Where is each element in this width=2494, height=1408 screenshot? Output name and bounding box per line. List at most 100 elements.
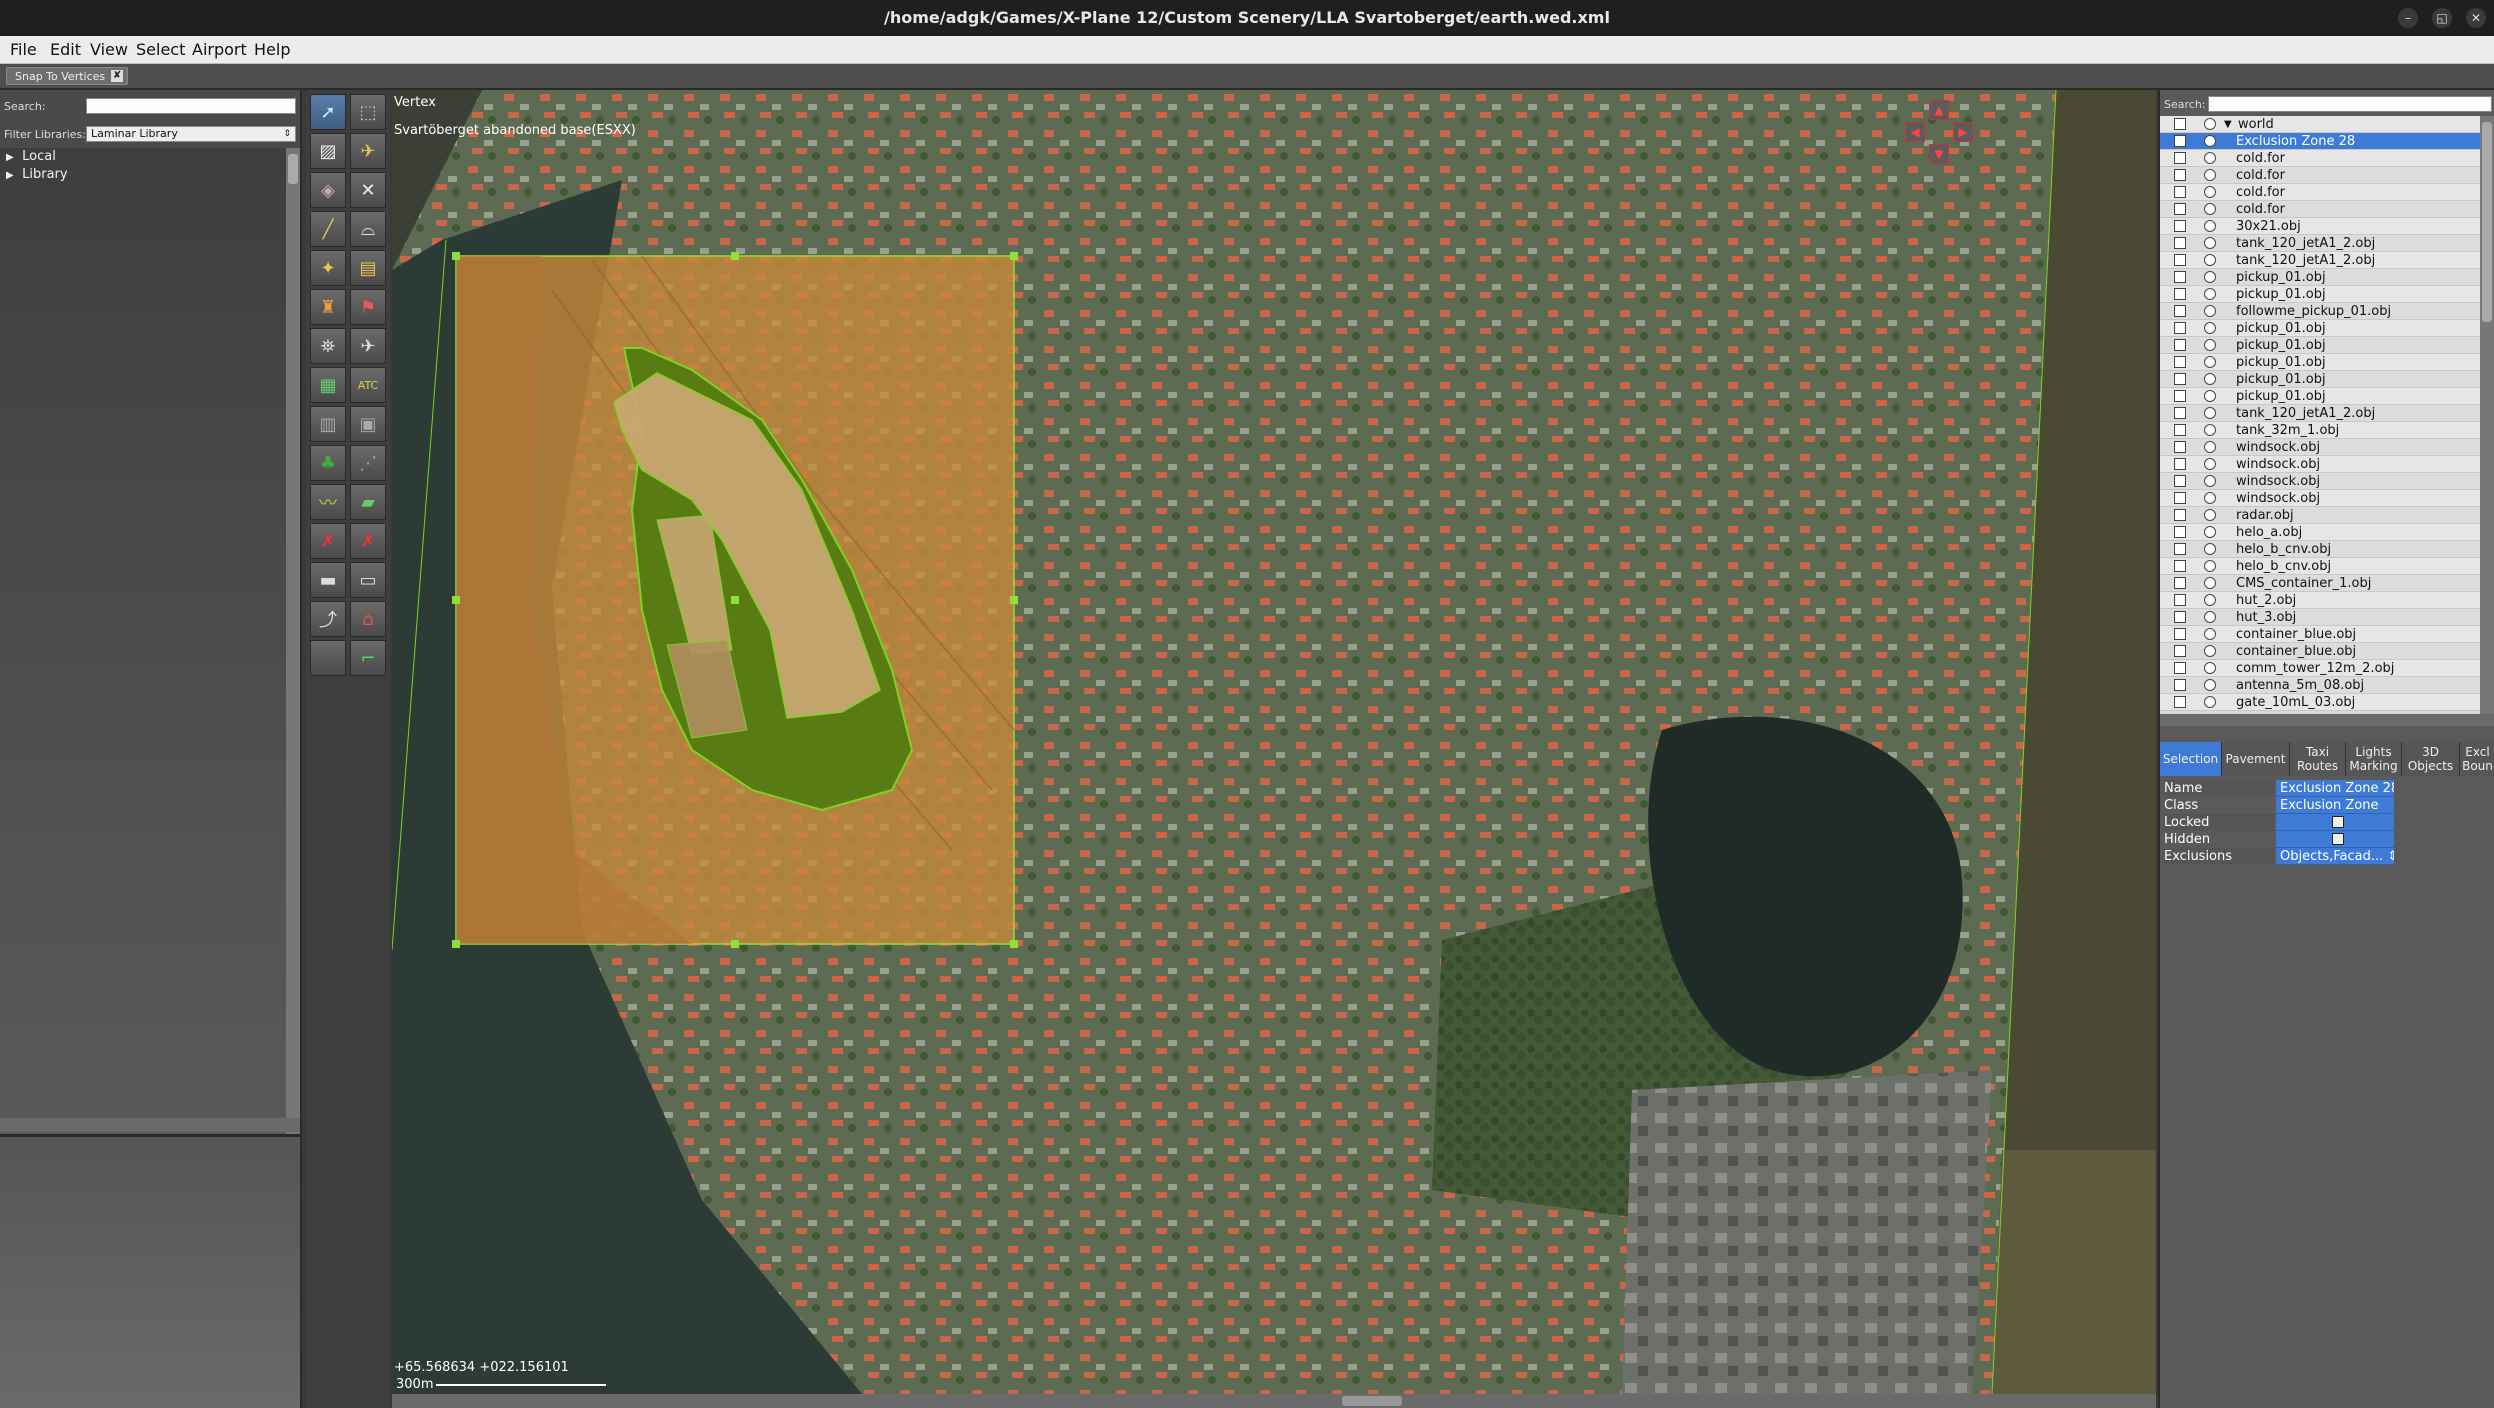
hierarchy-row[interactable]: followme_pickup_01.obj <box>2160 303 2480 320</box>
hierarchy-row[interactable]: gate_10mL_03.obj <box>2160 694 2480 711</box>
menu-airport[interactable]: Airport <box>192 40 247 59</box>
pan-down-icon[interactable]: ▼ <box>1929 144 1949 164</box>
scroll-thumb[interactable] <box>288 154 298 184</box>
lock-icon[interactable] <box>2174 475 2186 487</box>
lock-icon[interactable] <box>2174 373 2186 385</box>
hierarchy-row[interactable]: helo_b_cnv.obj <box>2160 541 2480 558</box>
hierarchy-row[interactable]: cold.for <box>2160 184 2480 201</box>
visibility-eye-icon[interactable] <box>2204 611 2216 623</box>
taxiway-tool-button[interactable]: ◈ <box>310 172 346 208</box>
scroll-thumb[interactable] <box>2482 122 2492 322</box>
menu-help[interactable]: Help <box>254 40 290 59</box>
lock-icon[interactable] <box>2174 696 2186 708</box>
hierarchy-row[interactable]: cold.for <box>2160 167 2480 184</box>
sign-tool-button[interactable]: ▤ <box>350 250 386 286</box>
lock-icon[interactable] <box>2174 271 2186 283</box>
hierarchy-row[interactable]: helo_b_cnv.obj <box>2160 558 2480 575</box>
lock-icon[interactable] <box>2174 441 2186 453</box>
tab-pavement[interactable]: Pavement <box>2222 742 2290 776</box>
property-value[interactable]: Exclusion Zone <box>2276 797 2394 814</box>
lock-icon[interactable] <box>2174 322 2186 334</box>
visibility-eye-icon[interactable] <box>2204 662 2216 674</box>
lock-icon[interactable] <box>2174 594 2186 606</box>
hierarchy-row[interactable]: pickup_01.obj <box>2160 388 2480 405</box>
hierarchy-row[interactable]: helo_a.obj <box>2160 524 2480 541</box>
menu-select[interactable]: Select <box>136 40 185 59</box>
lock-icon[interactable] <box>2174 254 2186 266</box>
visibility-eye-icon[interactable] <box>2204 271 2216 283</box>
visibility-eye-icon[interactable] <box>2204 577 2216 589</box>
runway-tool-button[interactable]: ▨ <box>310 133 346 169</box>
lock-icon[interactable] <box>2174 186 2186 198</box>
lock-icon[interactable] <box>2174 645 2186 657</box>
expand-triangle-icon[interactable]: ▶ <box>6 149 18 167</box>
object-tool-button[interactable]: ▣ <box>350 406 386 442</box>
visibility-eye-icon[interactable] <box>2204 424 2216 436</box>
menu-file[interactable]: File <box>10 40 37 59</box>
tab-taxi-routes[interactable]: Taxi Routes <box>2290 742 2346 776</box>
property-value[interactable] <box>2276 814 2394 831</box>
tab-exclusion-boundary[interactable]: Excl Boun <box>2460 742 2494 776</box>
lock-icon[interactable] <box>2174 526 2186 538</box>
hierarchy-row[interactable]: cold.for <box>2160 150 2480 167</box>
hierarchy-row[interactable]: Exclusion Zone 28 <box>2160 133 2480 150</box>
visibility-eye-icon[interactable] <box>2204 594 2216 606</box>
draw-tool-button[interactable]: ⌐ <box>350 640 386 676</box>
visibility-eye-icon[interactable] <box>2204 373 2216 385</box>
windsock-tool-button[interactable]: ⚑ <box>350 289 386 325</box>
hierarchy-row[interactable]: hut_3.obj <box>2160 609 2480 626</box>
hierarchy-row[interactable]: tank_120_jetA1_2.obj <box>2160 252 2480 269</box>
hierarchy-row[interactable]: tank_120_jetA1_2.obj <box>2160 235 2480 252</box>
property-checkbox[interactable] <box>2332 816 2344 828</box>
vertex-tool-button[interactable]: ➚ <box>310 94 346 130</box>
hierarchy-row[interactable]: radar.obj <box>2160 507 2480 524</box>
visibility-eye-icon[interactable] <box>2204 356 2216 368</box>
lock-icon[interactable] <box>2174 560 2186 572</box>
lock-icon[interactable] <box>2174 458 2186 470</box>
hierarchy-horizontal-scrollbar[interactable] <box>2160 714 2494 726</box>
hierarchy-row[interactable]: pickup_01.obj <box>2160 354 2480 371</box>
hierarchy-row[interactable]: antenna_5m_08.obj <box>2160 677 2480 694</box>
visibility-eye-icon[interactable] <box>2204 288 2216 300</box>
property-value[interactable] <box>2276 831 2394 848</box>
visibility-eye-icon[interactable] <box>2204 509 2216 521</box>
route-tool-button[interactable]: ⤴ <box>310 601 346 637</box>
lock-icon[interactable] <box>2174 237 2186 249</box>
hierarchy-row[interactable]: windsock.obj <box>2160 439 2480 456</box>
hierarchy-row[interactable]: 30x21.obj <box>2160 218 2480 235</box>
visibility-eye-icon[interactable] <box>2204 152 2216 164</box>
hierarchy-search-input[interactable] <box>2208 96 2492 112</box>
lock-icon[interactable] <box>2174 543 2186 555</box>
expand-triangle-icon[interactable]: ▼ <box>2224 116 2232 133</box>
visibility-eye-icon[interactable] <box>2204 560 2216 572</box>
pan-right-icon[interactable]: ▶ <box>1953 122 1973 142</box>
visibility-eye-icon[interactable] <box>2204 237 2216 249</box>
lock-icon[interactable] <box>2174 577 2186 589</box>
hierarchy-row[interactable]: pickup_01.obj <box>2160 337 2480 354</box>
map-canvas[interactable] <box>392 90 2156 1394</box>
visibility-eye-icon[interactable] <box>2204 390 2216 402</box>
lock-icon[interactable] <box>2174 288 2186 300</box>
taxi-route-tool-button[interactable]: ✕ <box>350 172 386 208</box>
beacon-tool-button[interactable]: ⛯ <box>310 328 346 364</box>
hierarchy-row[interactable]: tank_32m_1.obj <box>2160 422 2480 439</box>
hierarchy-row[interactable]: pickup_01.obj <box>2160 269 2480 286</box>
tab-lights-marking[interactable]: Lights Marking <box>2346 742 2402 776</box>
ramp-start-tool-button[interactable]: ✈ <box>350 328 386 364</box>
lock-icon[interactable] <box>2174 407 2186 419</box>
snap-to-vertices-toggle[interactable]: Snap To Vertices ✘ <box>6 67 129 85</box>
facade-tool-button[interactable]: ▥ <box>310 406 346 442</box>
visibility-eye-icon[interactable] <box>2204 169 2216 181</box>
boundary-tool-button[interactable]: ⌓ <box>350 211 386 247</box>
visibility-eye-icon[interactable] <box>2204 628 2216 640</box>
visibility-eye-icon[interactable] <box>2204 526 2216 538</box>
hierarchy-row[interactable]: ▼ world <box>2160 116 2480 133</box>
lock-icon[interactable] <box>2174 135 2186 147</box>
hierarchy-row[interactable]: windsock.obj <box>2160 473 2480 490</box>
light-tool-button[interactable]: ✦ <box>310 250 346 286</box>
visibility-eye-icon[interactable] <box>2204 254 2216 266</box>
visibility-eye-icon[interactable] <box>2204 305 2216 317</box>
visibility-eye-icon[interactable] <box>2204 118 2216 130</box>
tower-tool-button[interactable]: ♜ <box>310 289 346 325</box>
hierarchy-row[interactable]: pickup_01.obj <box>2160 286 2480 303</box>
